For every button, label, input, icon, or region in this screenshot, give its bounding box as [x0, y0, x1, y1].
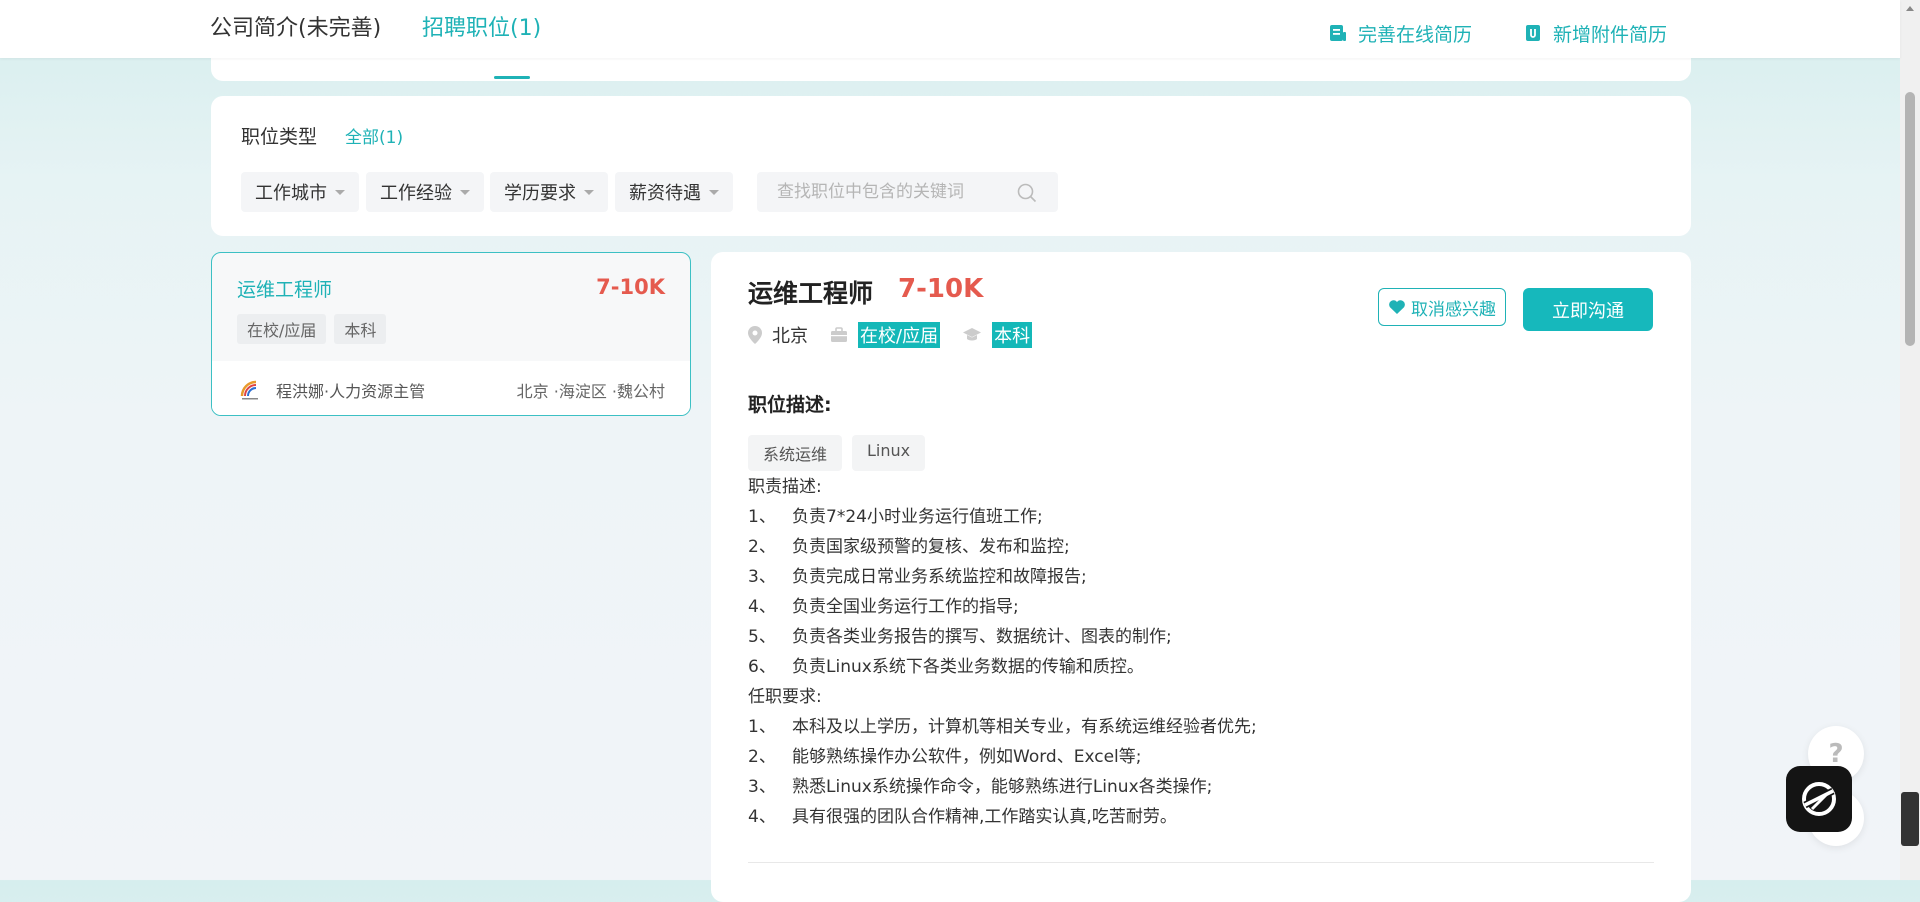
description-line: 6、 负责Linux系统下各类业务数据的传输和质控。	[748, 657, 1144, 677]
add-attachment-resume-button[interactable]: 新增附件简历	[1523, 18, 1667, 48]
active-tab-underline	[494, 76, 530, 79]
job-type-all[interactable]: 全部(1)	[345, 123, 403, 148]
detail-city: 北京	[748, 322, 808, 348]
complete-online-resume-label: 完善在线简历	[1358, 23, 1473, 46]
filter-education-dropdown[interactable]: 学历要求	[490, 172, 608, 212]
caret-down-icon	[335, 189, 345, 195]
question-mark-icon: ?	[1828, 739, 1844, 769]
description-line: 1、 负责7*24小时业务运行值班工作;	[748, 507, 1043, 527]
filter-panel: 职位类型 全部(1) 工作城市 工作经验 学历要求 薪资待遇	[211, 96, 1691, 236]
heart-icon	[1389, 300, 1405, 314]
section-divider	[748, 862, 1654, 863]
description-line: 4、 负责全国业务运行工作的指导;	[748, 597, 1019, 617]
detail-salary: 7-10K	[898, 274, 984, 304]
job-tag: 本科	[334, 314, 387, 344]
detail-meta: 北京 在校/应届 本科	[748, 322, 1054, 348]
recruiter-name: 程洪娜·人力资源主管	[276, 382, 426, 401]
filter-experience-label: 工作经验	[380, 183, 452, 204]
resume-icon	[1330, 25, 1346, 41]
filter-salary-dropdown[interactable]: 薪资待遇	[615, 172, 733, 212]
filter-city-label: 工作城市	[255, 183, 327, 204]
description-line: 2、 负责国家级预警的复核、发布和监控;	[748, 537, 1070, 557]
page-scrollbar[interactable]	[1900, 0, 1920, 880]
chat-now-label: 立即沟通	[1552, 300, 1624, 322]
description-line: 职责描述:	[748, 477, 822, 497]
job-tags: 在校/应届 本科	[237, 314, 387, 344]
chat-now-button[interactable]: 立即沟通	[1523, 288, 1653, 331]
description-line: 3、 熟悉Linux系统操作命令，能够熟练进行Linux各类操作;	[748, 777, 1213, 797]
caret-down-icon	[709, 189, 719, 195]
top-header: 公司简介(未完善) 招聘职位(1) 完善在线简历 新增附件简历	[0, 0, 1900, 58]
description-line: 任职要求:	[748, 687, 822, 707]
filter-city-dropdown[interactable]: 工作城市	[241, 172, 359, 212]
job-card-footer: 程洪娜·人力资源主管 北京 ·海淀区 ·魏公村	[212, 361, 690, 415]
scrollbar-thumb[interactable]	[1905, 92, 1915, 346]
detail-education-label: 本科	[992, 322, 1033, 348]
job-type-label: 职位类型	[241, 126, 318, 148]
detail-city-label: 北京	[772, 326, 808, 347]
job-tag: 在校/应届	[237, 314, 327, 344]
graduation-cap-icon	[963, 328, 982, 341]
skill-tag: 系统运维	[748, 435, 843, 471]
assistant-button[interactable]	[1786, 766, 1852, 832]
skill-tags: 系统运维 Linux	[748, 435, 926, 471]
description-line: 1、 本科及以上学历，计算机等相关专业，有系统运维经验者优先;	[748, 717, 1257, 737]
job-list-item[interactable]: 运维工程师 7-10K 在校/应届 本科 程洪娜·人力资源主管 北京 ·海淀区 …	[211, 252, 691, 416]
detail-experience: 在校/应届	[830, 322, 941, 348]
cancel-interest-button[interactable]: 取消感兴趣	[1378, 288, 1506, 326]
job-description-text: 职责描述: 1、 负责7*24小时业务运行值班工作; 2、 负责国家级预警的复核…	[748, 472, 1257, 832]
company-logo-icon	[240, 380, 258, 400]
caret-down-icon	[584, 189, 594, 195]
filter-experience-dropdown[interactable]: 工作经验	[366, 172, 484, 212]
tab-job-openings[interactable]: 招聘职位(1)	[422, 12, 541, 46]
location-pin-icon	[748, 326, 762, 344]
detail-job-title: 运维工程师	[748, 279, 874, 308]
scroll-up-arrow-icon[interactable]	[1906, 6, 1914, 11]
filter-salary-label: 薪资待遇	[629, 183, 701, 204]
assistant-logo-icon	[1802, 782, 1836, 816]
caret-down-icon	[460, 189, 470, 195]
detail-education: 本科	[962, 322, 1033, 348]
attachment-icon	[1526, 25, 1540, 41]
detail-experience-label: 在校/应届	[858, 322, 941, 348]
skill-tag: Linux	[852, 435, 926, 471]
cancel-interest-label: 取消感兴趣	[1411, 299, 1496, 320]
tab-company-intro[interactable]: 公司简介(未完善)	[210, 12, 381, 46]
keyword-search-input[interactable]	[757, 172, 1007, 212]
side-mini-widget[interactable]	[1901, 792, 1919, 846]
description-line: 5、 负责各类业务报告的撰写、数据统计、图表的制作;	[748, 627, 1172, 647]
job-location: 北京 ·海淀区 ·魏公村	[516, 382, 665, 401]
description-line: 2、 能够熟练操作办公软件，例如Word、Excel等;	[748, 747, 1142, 767]
keyword-search-box	[757, 172, 1058, 212]
job-detail-panel: 运维工程师 7-10K 北京 在校/应届 本科 取消感兴趣 立即沟通 职位描述:…	[711, 252, 1691, 902]
add-attachment-resume-label: 新增附件简历	[1553, 23, 1668, 46]
description-line: 4、 具有很强的团队合作精神,工作踏实认真,吃苦耐劳。	[748, 807, 1177, 827]
filter-education-label: 学历要求	[504, 183, 576, 204]
complete-online-resume-button[interactable]: 完善在线简历	[1328, 18, 1472, 48]
job-title: 运维工程师	[237, 279, 333, 301]
job-description-heading: 职位描述:	[748, 394, 832, 416]
job-salary: 7-10K	[596, 275, 665, 299]
description-line: 3、 负责完成日常业务系统监控和故障报告;	[748, 567, 1087, 587]
search-icon[interactable]	[1016, 182, 1038, 204]
briefcase-icon	[831, 327, 847, 342]
